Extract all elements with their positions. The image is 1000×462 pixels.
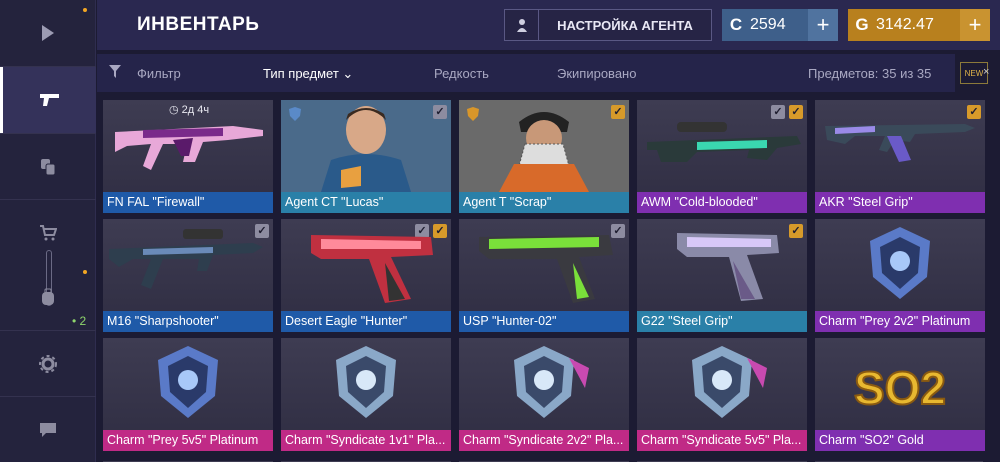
item-card[interactable]: Charm "Syndicate 5v5" Pla...: [637, 338, 807, 451]
sidebar-item-coins[interactable]: [0, 134, 96, 200]
item-card[interactable]: ✓ ✓ Desert Eagle "Hunter": [281, 219, 451, 332]
sidebar-item-settings[interactable]: [0, 331, 96, 397]
filter-bar: Фильтр Тип предмет ⌄ Редкость Экипирован…: [97, 54, 955, 92]
silver-coin-icon: C: [729, 15, 743, 34]
item-card[interactable]: SO2 Charm "SO2" Gold: [815, 338, 985, 451]
sniper-rifle-image: [647, 122, 801, 162]
agent-scrap-image: [499, 112, 589, 192]
equipped-filter[interactable]: Экипировано: [557, 66, 636, 81]
item-name: Desert Eagle "Hunter": [281, 311, 451, 332]
pistol-image: [311, 235, 433, 303]
pistol-image: [479, 235, 613, 303]
close-icon[interactable]: ×: [983, 66, 989, 78]
item-name: Charm "Prey 2v2" Platinum: [815, 311, 985, 332]
item-card[interactable]: Charm "Syndicate 1v1" Pla...: [281, 338, 451, 451]
silver-balance: 2594: [750, 16, 786, 33]
coins-icon: [41, 159, 56, 176]
item-card[interactable]: ✓ Agent T "Scrap": [459, 100, 629, 213]
sidebar: • 2: [0, 0, 96, 462]
charm-image: [692, 346, 767, 418]
chat-icon: [40, 423, 56, 437]
backpack-icon: [42, 288, 54, 305]
charm-image: [870, 227, 930, 299]
next-row-peek: [103, 455, 985, 462]
silver-currency: C 2594 +: [722, 9, 838, 41]
item-card[interactable]: ◷ 2д 4ч FN FAL "Firewall": [103, 100, 273, 213]
item-name: Charm "SO2" Gold: [815, 430, 985, 451]
gold-currency: G 3142.47 +: [848, 9, 990, 41]
add-gold-button[interactable]: +: [960, 9, 990, 41]
item-card[interactable]: Charm "Prey 2v2" Platinum: [815, 219, 985, 332]
agent-lucas-image: [321, 106, 411, 192]
top-bar: ИНВЕНТАРЬ НАСТРОЙКА АГЕНТА C 2594 + G 31…: [97, 0, 1000, 50]
filter-icon[interactable]: [109, 65, 121, 82]
item-name: FN FAL "Firewall": [103, 192, 273, 213]
badge-count: • 2: [72, 314, 87, 328]
item-name: G22 "Steel Grip": [637, 311, 807, 332]
gold-balance: 3142.47: [876, 16, 934, 33]
items-count: Предметов: 35 из 35: [808, 66, 932, 81]
rarity-sort[interactable]: Редкость: [434, 66, 489, 81]
charm-image: [158, 346, 218, 418]
item-card[interactable]: Charm "Syndicate 2v2" Pla...: [459, 338, 629, 451]
item-name: Charm "Prey 5v5" Platinum: [103, 430, 273, 451]
sidebar-item-chat[interactable]: [0, 397, 96, 462]
item-card[interactable]: ✓ AKR "Steel Grip": [815, 100, 985, 213]
rifle-image: [825, 124, 975, 162]
add-silver-button[interactable]: +: [808, 9, 838, 41]
charm-image: [514, 346, 589, 418]
notification-dot: [83, 8, 87, 12]
pistol-image: [677, 233, 779, 301]
item-name: AKR "Steel Grip": [815, 192, 985, 213]
so2-logo-image: SO2: [853, 361, 947, 415]
page-title: ИНВЕНТАРЬ: [137, 14, 260, 35]
item-card[interactable]: Charm "Prey 5v5" Platinum: [103, 338, 273, 451]
item-name: Charm "Syndicate 5v5" Pla...: [637, 430, 807, 451]
gold-coin-icon: G: [855, 15, 869, 34]
item-name: Charm "Syndicate 1v1" Pla...: [281, 430, 451, 451]
agent-icon: [505, 10, 539, 40]
rifle-image: [115, 126, 263, 170]
pistol-icon: [39, 94, 59, 106]
filter-button[interactable]: Фильтр: [137, 66, 181, 81]
item-card[interactable]: ✓ M16 "Sharpshooter": [103, 219, 273, 332]
type-dropdown[interactable]: Тип предмет ⌄: [263, 66, 353, 82]
agent-setup-label: НАСТРОЙКА АГЕНТА: [557, 17, 693, 33]
item-name: AWM "Cold-blooded": [637, 192, 807, 213]
rifle-image: [109, 229, 263, 289]
item-name: Charm "Syndicate 2v2" Pla...: [459, 430, 629, 451]
item-card[interactable]: ✓ USP "Hunter-02": [459, 219, 629, 332]
play-icon: [42, 25, 54, 41]
play-button[interactable]: [0, 0, 96, 66]
item-card[interactable]: ✓ Agent CT "Lucas": [281, 100, 451, 213]
cart-icon: [40, 225, 57, 241]
item-card[interactable]: ✓ ✓ AWM "Cold-blooded": [637, 100, 807, 213]
item-name: M16 "Sharpshooter": [103, 311, 273, 332]
item-card[interactable]: ✓ G22 "Steel Grip": [637, 219, 807, 332]
charm-image: [336, 346, 396, 418]
item-name: Agent CT "Lucas": [281, 192, 451, 213]
chevron-down-icon: ⌄: [342, 66, 354, 81]
item-name: Agent T "Scrap": [459, 192, 629, 213]
svg-text:SO2: SO2: [854, 362, 946, 414]
sidebar-item-inventory[interactable]: [0, 67, 96, 133]
agent-setup-button[interactable]: НАСТРОЙКА АГЕНТА: [504, 9, 712, 41]
item-name: USP "Hunter-02": [459, 311, 629, 332]
gear-icon: [39, 355, 57, 373]
